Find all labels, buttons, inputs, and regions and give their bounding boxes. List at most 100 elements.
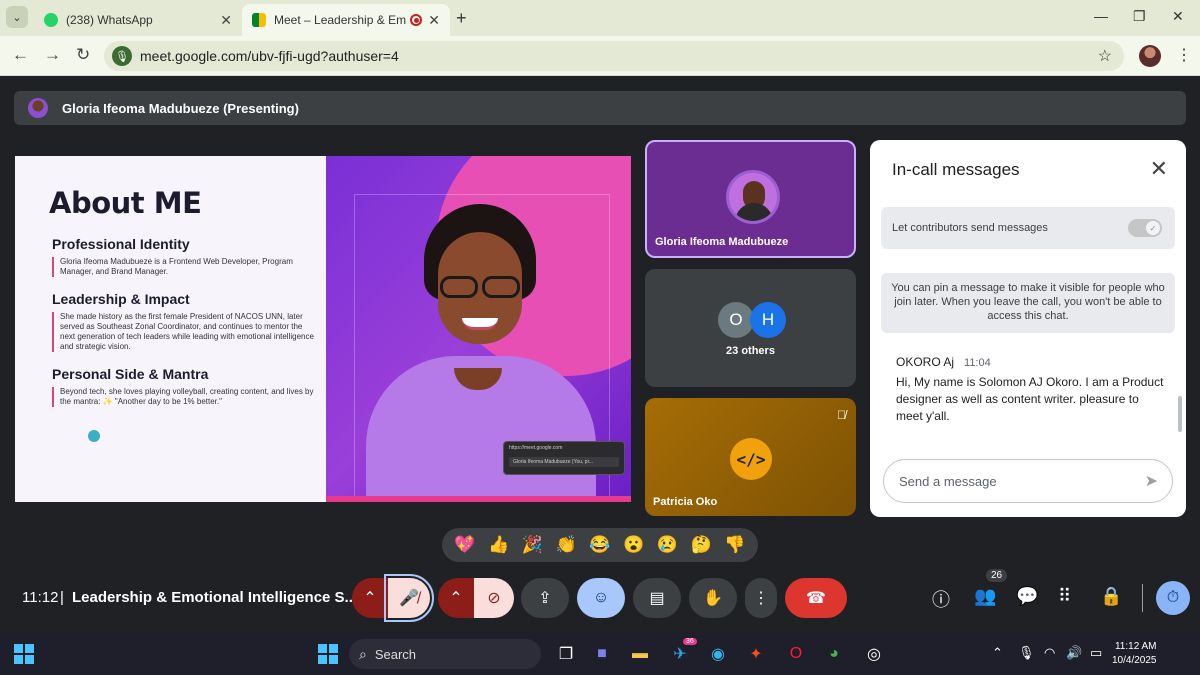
presenter-avatar (28, 98, 48, 118)
leave-call-button[interactable]: ☎ (785, 578, 847, 618)
participant-name: Patricia Oko (653, 496, 718, 508)
sender-name: OKORO Aj (896, 355, 955, 369)
taskbar-search[interactable]: ⌕ Search (349, 639, 541, 669)
emoji-icon: ☺ (592, 589, 610, 606)
reaction-surprised[interactable]: 😮 (623, 535, 644, 555)
start-icon[interactable] (318, 644, 338, 664)
meet-icon (252, 13, 266, 27)
meeting-details-icon[interactable]: ⓘ (932, 586, 950, 612)
code-avatar-icon: </> (730, 438, 772, 480)
chevron-up-icon[interactable]: ⌃ (992, 645, 1003, 661)
tab-whatsapp[interactable]: (238) WhatsApp ✕ (34, 4, 242, 36)
chat-scrollbar[interactable] (1178, 396, 1182, 432)
people-icon[interactable]: 👥 (974, 586, 996, 607)
telegram-icon[interactable]: ✈ (668, 642, 692, 666)
wifi-icon[interactable]: ◠ (1044, 645, 1055, 661)
host-controls-icon[interactable]: 🔒 (1100, 586, 1122, 607)
activities-icon[interactable]: ⠿ (1058, 586, 1071, 607)
search-icon: ⌕ (359, 645, 367, 662)
slide-body: Gloria Ifeoma Madubueze is a Frontend We… (52, 257, 319, 277)
present-screen-icon: ⇪ (538, 590, 552, 607)
forward-icon[interactable]: → (44, 45, 61, 65)
reaction-party[interactable]: 🎉 (522, 535, 543, 555)
slide-body: Beyond tech, she loves playing volleybal… (52, 387, 319, 407)
send-message-input[interactable]: Send a message ➤ (883, 459, 1173, 503)
raise-hand-button[interactable]: ✋ (689, 578, 737, 618)
in-call-messages-panel: In-call messages ✕ Let contributors send… (870, 140, 1186, 517)
widgets-icon[interactable] (14, 644, 34, 664)
tab-meet[interactable]: Meet – Leadership & Emotio ✕ (242, 4, 450, 36)
close-tab-icon[interactable]: ✕ (220, 12, 232, 29)
captions-button[interactable]: ▤ (633, 578, 681, 618)
close-window-icon[interactable]: ✕ (1172, 8, 1184, 25)
browser-menu-icon[interactable]: ⋮ (1176, 45, 1192, 65)
chat-title: In-call messages (892, 160, 1020, 179)
reaction-heart[interactable]: 💖 (454, 535, 475, 555)
reaction-thumbs-up[interactable]: 👍 (488, 535, 509, 555)
reaction-thumbs-down[interactable]: 👎 (724, 535, 745, 555)
file-explorer-icon[interactable]: ▬ (628, 642, 652, 666)
edge-icon[interactable]: ◉ (706, 642, 730, 666)
emoji-reactions-button[interactable]: ☺ (577, 578, 625, 618)
mic-off-icon: 🎙̸ (837, 408, 846, 422)
picture-in-picture-window[interactable]: https://meet.google.com Gloria Ifeoma Ma… (503, 441, 625, 475)
chat-icon[interactable]: 💬 (1016, 586, 1038, 607)
microphone-site-icon[interactable]: 🎙 (112, 46, 132, 66)
task-view-icon[interactable]: ❐ (554, 642, 578, 666)
reactions-bar: 💖 👍 🎉 👏 😂 😮 😢 🤔 👎 (442, 528, 758, 562)
figma-icon[interactable]: ✦ (744, 642, 768, 666)
taskbar-clock[interactable]: 11:12 AM 10/4/2025 (1112, 640, 1157, 668)
reload-icon[interactable]: ↻ (76, 45, 90, 65)
notification-badge: 36 (683, 638, 697, 645)
microphone-icon[interactable]: 🎙 (1018, 645, 1035, 661)
slide-text: About ME Professional Identity Gloria If… (49, 186, 319, 421)
opera-icon[interactable]: O (784, 642, 808, 666)
divider: | (60, 589, 64, 606)
slide-accent-line (326, 496, 631, 502)
profile-avatar[interactable] (1139, 45, 1161, 67)
chevron-up-icon: ⌃ (363, 590, 377, 607)
app-icon[interactable]: ◎ (862, 642, 886, 666)
present-screen-button[interactable]: ⇪ (521, 578, 569, 618)
pointer-highlight (88, 430, 100, 442)
reaction-thinking[interactable]: 🤔 (691, 535, 712, 555)
camera-toggle-button[interactable]: ⊘ (474, 578, 514, 618)
contributors-toggle[interactable]: ✓ (1128, 219, 1162, 237)
slide-heading: Personal Side & Mantra (52, 366, 209, 382)
reaction-laugh[interactable]: 😂 (589, 535, 610, 555)
microphone-toggle-button[interactable]: 🎤̸ (384, 574, 434, 622)
message-sender: OKORO Aj 11:04 (896, 355, 991, 369)
participant-tile-others[interactable]: O H 23 others (645, 269, 856, 387)
timer-button[interactable]: ⏱ (1156, 581, 1190, 615)
send-icon[interactable]: ➤ (1145, 471, 1158, 491)
close-tab-icon[interactable]: ✕ (428, 12, 440, 29)
tab-search-button[interactable]: ⌄ (6, 6, 28, 28)
captions-icon: ▤ (649, 590, 665, 607)
divider-line (1142, 584, 1143, 612)
back-icon[interactable]: ← (12, 45, 29, 65)
chat-info-notice: You can pin a message to make it visible… (881, 273, 1175, 333)
new-tab-button[interactable]: + (456, 8, 467, 29)
more-options-button[interactable]: ⋮ (745, 578, 777, 618)
chrome-icon[interactable]: ◕ (822, 642, 846, 666)
clock-date: 10/4/2025 (1112, 655, 1157, 666)
whatsapp-icon (44, 13, 58, 27)
search-label: Search (374, 646, 417, 662)
teams-icon[interactable]: ■ (590, 642, 614, 666)
participant-tile-patricia[interactable]: 🎙̸ </> Patricia Oko (645, 398, 856, 516)
battery-icon[interactable]: ▭ (1090, 645, 1102, 661)
url-field[interactable]: 🎙 meet.google.com/ubv-fjfi-ugd?authuser=… (104, 41, 1124, 71)
reaction-sad[interactable]: 😢 (657, 535, 678, 555)
volume-icon[interactable]: 🔊 (1066, 645, 1082, 661)
close-icon[interactable]: ✕ (1150, 156, 1168, 182)
minimize-icon[interactable]: — (1094, 8, 1108, 24)
reaction-clap[interactable]: 👏 (556, 535, 577, 555)
slide-body: She made history as the first female Pre… (52, 312, 319, 352)
audio-options-button[interactable]: ⌃ (352, 578, 388, 618)
bookmark-star-icon[interactable]: ☆ (1098, 46, 1112, 66)
slide-heading: Professional Identity (52, 236, 190, 252)
participant-tile-gloria[interactable]: Gloria Ifeoma Madubueze (645, 140, 856, 258)
video-options-button[interactable]: ⌃ (438, 578, 474, 618)
restore-icon[interactable]: ❐ (1133, 8, 1146, 25)
more-vertical-icon: ⋮ (753, 590, 769, 607)
